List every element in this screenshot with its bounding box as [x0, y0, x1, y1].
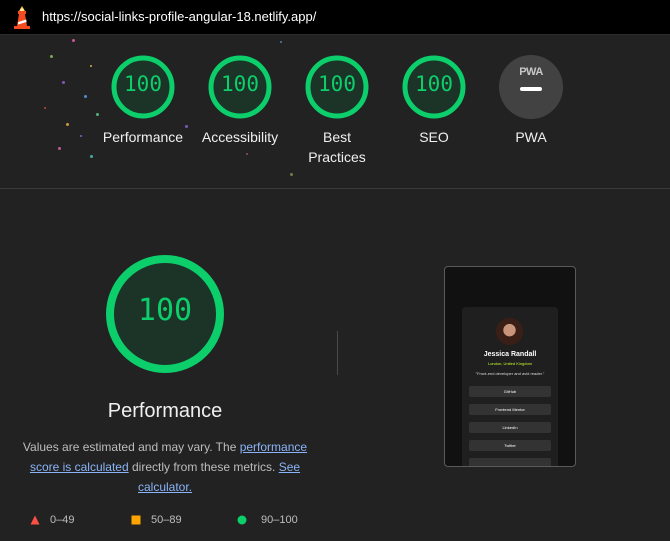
performance-title: Performance — [107, 400, 223, 422]
legend-average: 50–89 — [131, 514, 182, 526]
profile-link-button: Twitter — [469, 440, 551, 451]
profile-card: Jessica Randall London, United Kingdom "… — [462, 307, 558, 466]
gauge-label: Performance — [102, 129, 184, 145]
gauge-label: Best Practices — [308, 129, 366, 165]
legend-range: 50–89 — [151, 514, 182, 527]
url-bar: https://social-links-profile-angular-18.… — [0, 0, 670, 35]
dash-icon — [520, 87, 542, 91]
pwa-badge-text: PWA — [519, 66, 543, 78]
gauge-best-practices[interactable]: 100 Best Practices — [287, 55, 387, 167]
profile-link-button: Frontend Mentor — [469, 404, 551, 415]
circle-icon — [237, 515, 247, 525]
gauge-accessibility[interactable]: 100 Accessibility — [190, 55, 290, 147]
gauge-label: PWA — [515, 129, 547, 145]
lighthouse-icon — [12, 5, 32, 29]
profile-link-button — [469, 458, 551, 466]
gauge-score: 100 — [124, 72, 162, 96]
performance-description: Values are estimated and may vary. The p… — [16, 437, 314, 497]
profile-location: London, United Kingdom — [487, 361, 533, 366]
gauge-performance[interactable]: 100 Performance — [93, 55, 193, 147]
legend-range: 90–100 — [261, 514, 298, 527]
legend-range: 0–49 — [50, 514, 75, 527]
report-url[interactable]: https://social-links-profile-angular-18.… — [42, 9, 316, 24]
profile-link-button: LinkedIn — [469, 422, 551, 433]
pwa-badge: PWA — [499, 55, 563, 119]
gauge-score: 100 — [318, 72, 356, 96]
gauge-score: 100 — [221, 72, 259, 96]
legend-pass: 90–100 — [237, 514, 298, 526]
square-icon — [131, 515, 141, 525]
performance-score: 100 — [137, 293, 193, 328]
triangle-icon — [30, 515, 40, 525]
profile-quote: "Front-end developer and avid reader." — [475, 371, 545, 376]
legend-fail: 0–49 — [30, 514, 74, 526]
desc-text: directly from these metrics. — [128, 460, 279, 474]
score-summary: 100 Performance 100 Accessibility 100 Be… — [0, 35, 670, 189]
gauge-pwa[interactable]: PWA PWA — [481, 55, 581, 147]
gauge-label: SEO — [419, 129, 449, 145]
profile-link-button: GitHub — [469, 386, 551, 397]
divider — [337, 331, 338, 375]
final-screenshot[interactable]: Jessica Randall London, United Kingdom "… — [444, 266, 576, 467]
avatar — [496, 318, 523, 345]
gauge-score: 100 — [415, 72, 453, 96]
desc-text: Values are estimated and may vary. The — [22, 440, 240, 454]
gauge-label: Accessibility — [201, 129, 279, 145]
profile-name: Jessica Randall — [483, 351, 537, 358]
gauge-seo[interactable]: 100 SEO — [384, 55, 484, 147]
performance-section: 100 Performance Values are estimated and… — [0, 189, 670, 541]
